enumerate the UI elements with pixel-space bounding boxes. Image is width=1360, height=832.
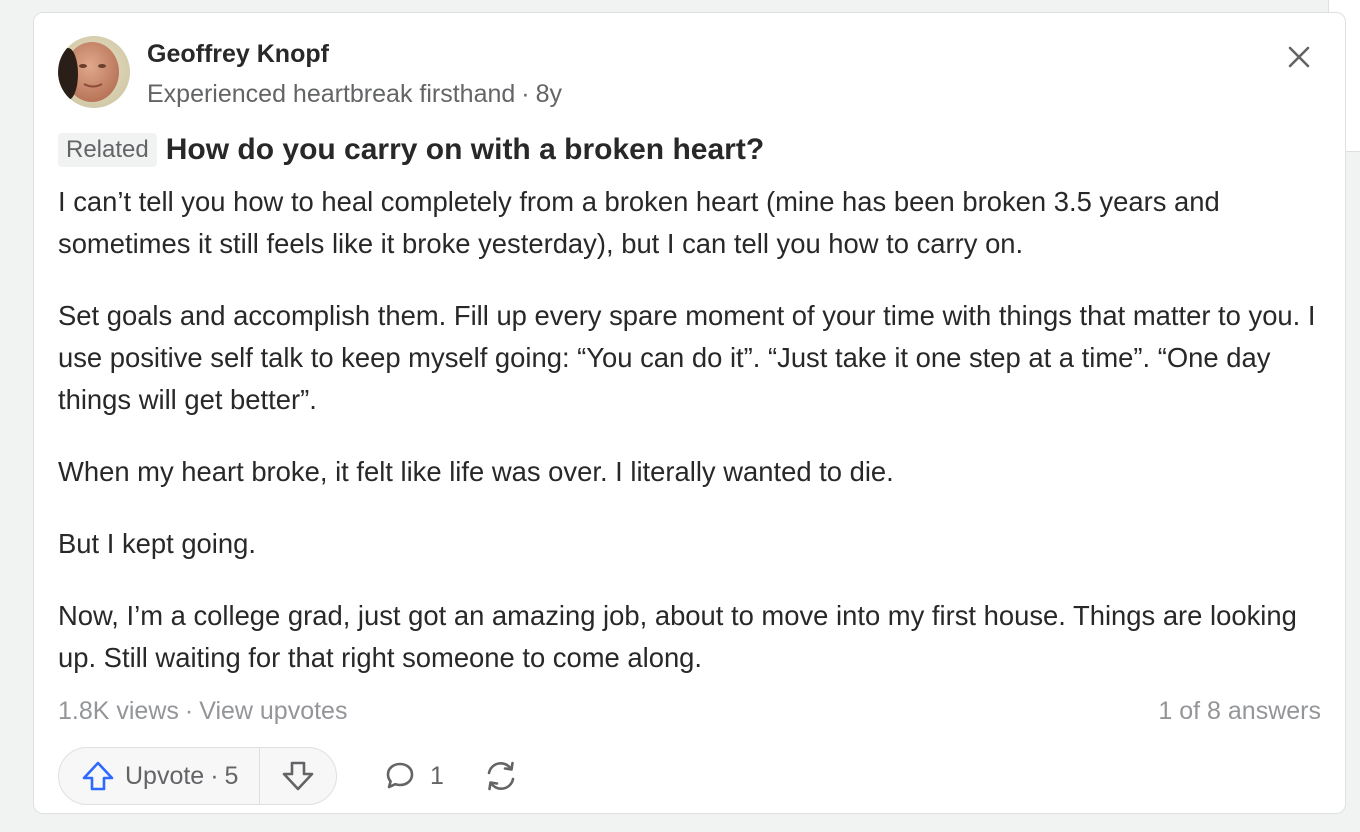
related-question: Related How do you carry on with a broke… [58, 133, 764, 167]
question-title[interactable]: How do you carry on with a broken heart? [166, 133, 764, 167]
stats-separator: · [184, 697, 194, 725]
upvote-button[interactable]: Upvote · 5 [59, 748, 261, 804]
close-icon [1288, 46, 1310, 68]
author-avatar[interactable] [58, 36, 130, 108]
answer-paragraph: Now, I’m a college grad, just got an ama… [58, 600, 1297, 673]
author-credential[interactable]: Experienced heartbreak firsthand [147, 80, 515, 108]
arrow-down-icon [283, 761, 314, 791]
answer-paragraph: Set goals and accomplish them. Fill up e… [58, 300, 1316, 415]
comment-bubble-icon [386, 762, 414, 789]
answer-paragraph: When my heart broke, it felt like life w… [58, 456, 894, 487]
view-upvotes-link[interactable]: View upvotes [199, 697, 347, 725]
answer-timestamp[interactable]: 8y [536, 80, 562, 108]
author-meta: Experienced heartbreak firsthand · 8y [147, 80, 562, 109]
answer-body: I can’t tell you how to heal completely … [58, 181, 1328, 709]
view-count: 1.8K views [58, 697, 179, 725]
arrow-up-icon [82, 761, 114, 791]
close-button[interactable] [1281, 39, 1317, 75]
vote-group: Upvote · 5 [58, 747, 338, 805]
upvote-count: 5 [224, 761, 239, 790]
comment-button[interactable]: 1 [384, 758, 444, 794]
author-name[interactable]: Geoffrey Knopf [147, 40, 329, 69]
comment-count: 1 [430, 761, 444, 790]
upvote-separator: · [210, 761, 219, 790]
share-button[interactable] [482, 758, 520, 794]
answer-card: Geoffrey Knopf Experienced heartbreak fi… [33, 12, 1346, 814]
upvote-label: Upvote [125, 761, 205, 790]
answer-paragraph: But I kept going. [58, 528, 256, 559]
answer-paragraph: I can’t tell you how to heal completely … [58, 186, 1220, 259]
share-refresh-icon [487, 761, 515, 791]
answer-position: 1 of 8 answers [1158, 697, 1321, 725]
downvote-button[interactable] [260, 748, 336, 804]
footer-stats: 1.8K views · View upvotes [58, 697, 347, 726]
related-badge: Related [58, 133, 157, 167]
meta-separator: · [521, 80, 530, 108]
